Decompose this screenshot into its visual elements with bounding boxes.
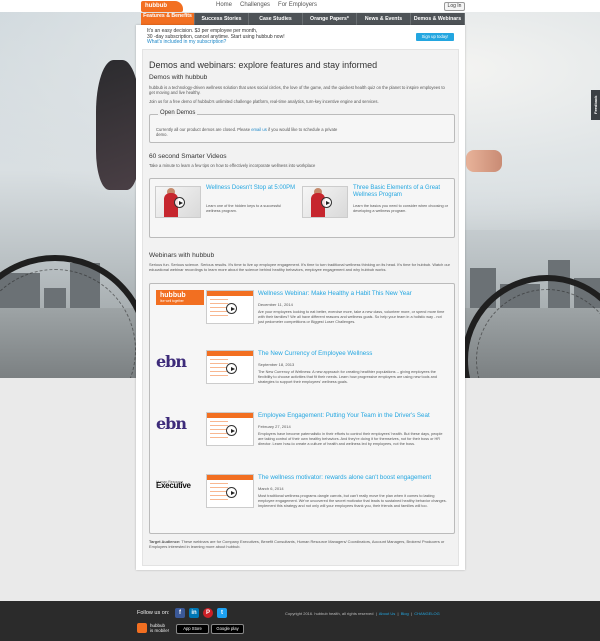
feedback-tab[interactable]: Feedback <box>591 90 600 120</box>
play-icon[interactable] <box>226 363 237 374</box>
webinar-date: December 11, 2014 <box>258 302 293 307</box>
signup-button[interactable]: Sign up today! <box>416 33 454 41</box>
videos-intro: Take a minute to learn a few tips on how… <box>149 163 316 168</box>
open-demos-legend: Open Demos <box>158 110 198 116</box>
promo-banner: It's an easy decision. $3 per employee p… <box>147 28 285 46</box>
webinar-date: February 27, 2014 <box>258 424 291 429</box>
play-icon[interactable] <box>226 425 237 436</box>
pinterest-icon[interactable]: P <box>203 608 213 618</box>
webinar-date: September 18, 2013 <box>258 362 295 367</box>
app-store-badge[interactable]: App Store <box>176 624 209 634</box>
google-play-badge[interactable]: Google play <box>211 624 244 634</box>
webinar-title[interactable]: Wellness Webinar: Make Healthy a Habit T… <box>258 290 412 297</box>
tab-success-stories[interactable]: Success Stories <box>195 13 249 25</box>
play-icon[interactable] <box>321 197 332 208</box>
main-nav: Features & Benefits Success Stories Case… <box>141 13 465 25</box>
webinar-thumbnail[interactable] <box>206 350 254 384</box>
demos-intro: hubbub is a technology-driven wellness s… <box>149 85 445 96</box>
webinar-date: March 6, 2014 <box>258 486 284 491</box>
login-button[interactable]: Log In <box>444 2 465 11</box>
webinars-box: hubbub live well together Wellness Webina… <box>149 283 455 534</box>
mobile-promo: hubbub is mobile! <box>150 623 170 633</box>
play-icon[interactable] <box>226 303 237 314</box>
webinar-thumbnail[interactable] <box>206 474 254 508</box>
video-desc: Learn one of the hidden keys to a succes… <box>206 204 282 213</box>
webinar-desc: Are your employees looking to eat better… <box>258 310 445 324</box>
videos-box: Wellness Doesn't Stop at 5:00PM Learn on… <box>149 178 455 238</box>
target-audience: Target Audience: These webinars are for … <box>149 539 445 549</box>
nav-link-employers[interactable]: For Employers <box>278 2 317 8</box>
top-links: Home Challenges For Employers <box>216 2 317 8</box>
linkedin-icon[interactable]: in <box>189 608 199 618</box>
email-us-link[interactable]: email us <box>251 127 267 132</box>
blog-link[interactable]: Blog <box>401 611 409 616</box>
nav-link-challenges[interactable]: Challenges <box>240 2 270 8</box>
webinars-intro: Serious fun. Serious science. Serious re… <box>149 262 450 272</box>
play-icon[interactable] <box>174 197 185 208</box>
facebook-icon[interactable]: f <box>175 608 185 618</box>
about-us-link[interactable]: About Us <box>379 611 395 616</box>
webinar-desc: The New Currency of Wellness: A new appr… <box>258 370 437 384</box>
video-desc: Learn the basics you need to consider wh… <box>353 204 448 213</box>
hubbub-logo[interactable]: hubbub <box>141 1 183 12</box>
open-demos-box: Open Demos Currently all our product dem… <box>149 110 455 143</box>
page-title: Demos and webinars: explore features and… <box>149 60 378 70</box>
hubbub-webinar-logo: hubbub live well together <box>156 290 204 310</box>
tab-features-benefits[interactable]: Features & Benefits <box>141 13 195 25</box>
top-bar: hubbub Home Challenges For Employers Log… <box>0 0 600 12</box>
tab-news-events[interactable]: News & Events <box>357 13 411 25</box>
demos-join: Join us for a free demo of hubbub's unli… <box>149 99 379 104</box>
nav-link-home[interactable]: Home <box>216 2 232 8</box>
webinar-title[interactable]: The wellness motivator: rewards alone ca… <box>258 474 431 481</box>
ebn-logo: ebn <box>156 352 187 371</box>
video-thumbnail[interactable] <box>155 186 201 218</box>
tab-case-studies[interactable]: Case Studies <box>249 13 303 25</box>
videos-heading: 60 second Smarter Videos <box>149 153 227 160</box>
webinar-title[interactable]: The New Currency of Employee Wellness <box>258 350 372 357</box>
footer: Follow us on: f in P t Copyright 2016. h… <box>0 601 600 641</box>
webinar-desc: Employers have become paternalistic in t… <box>258 432 443 446</box>
open-demos-text: Currently all our product demos are clos… <box>156 127 338 138</box>
play-icon[interactable] <box>226 487 237 498</box>
hr-executive-logo: Human Resource Executive <box>156 480 191 490</box>
webinar-desc: Most traditional wellness programs dangl… <box>258 494 447 508</box>
content-card: It's an easy decision. $3 per employee p… <box>136 25 465 570</box>
webinar-title[interactable]: Employee Engagement: Putting Your Team i… <box>258 412 430 419</box>
video-title[interactable]: Wellness Doesn't Stop at 5:00PM <box>206 185 296 192</box>
webinars-heading: Webinars with hubbub <box>149 252 215 259</box>
video-thumbnail[interactable] <box>302 186 348 218</box>
demos-heading: Demos with hubbub <box>149 74 208 81</box>
copyright: Copyright 2016. hubbub health, all right… <box>285 611 440 616</box>
video-title[interactable]: Three Basic Elements of a Great Wellness… <box>353 185 448 198</box>
follow-label: Follow us on: <box>137 610 170 616</box>
main-content: Demos and webinars: explore features and… <box>142 49 459 566</box>
changelog-link[interactable]: CHANGELOG <box>414 611 440 616</box>
subscription-link[interactable]: What's included in my subscription? <box>147 39 226 45</box>
webinar-thumbnail[interactable] <box>206 290 254 324</box>
twitter-icon[interactable]: t <box>217 608 227 618</box>
tab-demos-webinars[interactable]: Demos & Webinars <box>411 13 465 25</box>
tab-orange-papers[interactable]: Orange Papers* <box>303 13 357 25</box>
hubbub-app-icon <box>137 623 147 633</box>
webinar-thumbnail[interactable] <box>206 412 254 446</box>
ebn-logo: ebn <box>156 414 187 433</box>
